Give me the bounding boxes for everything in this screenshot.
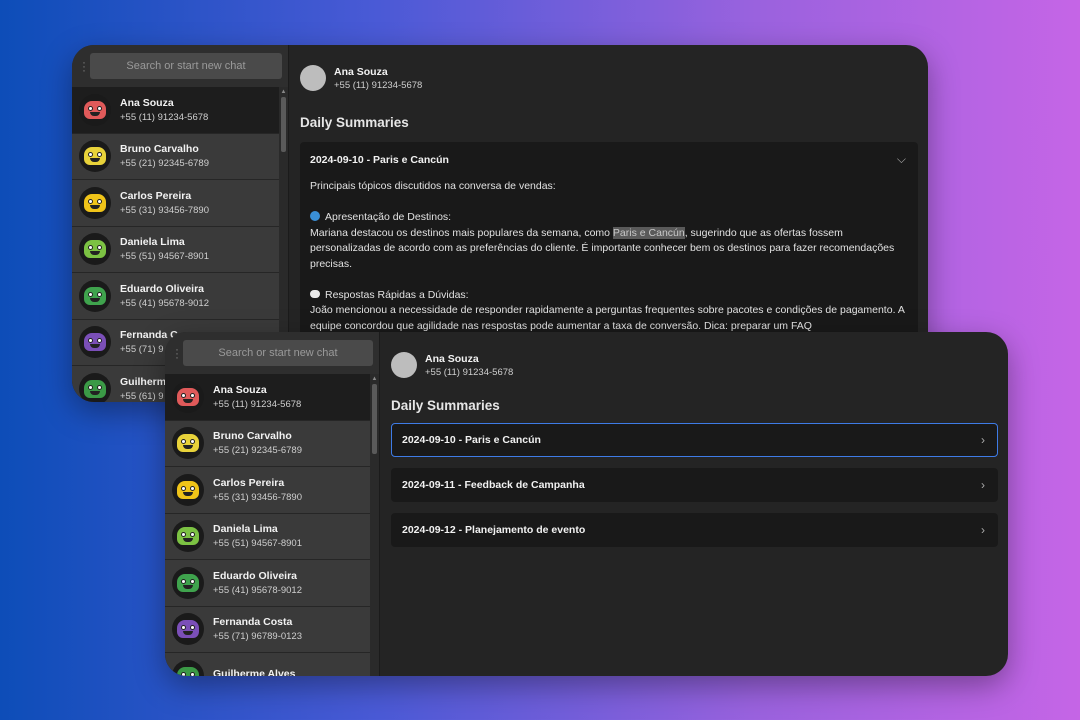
robot-avatar-icon xyxy=(172,613,204,646)
robot-avatar-icon xyxy=(79,93,111,126)
contact-name: Ana Souza xyxy=(120,96,174,109)
section-title: Daily Summaries xyxy=(391,398,500,413)
menu-dots-icon[interactable]: · · · xyxy=(78,56,90,76)
contact-item[interactable]: Guilherme Alves xyxy=(165,653,370,676)
contact-phone: +55 (11) 91234-5678 xyxy=(120,111,209,123)
contact-phone: +55 (41) 95678-9012 xyxy=(213,584,303,596)
contact-item[interactable]: Bruno Carvalho +55 (21) 92345-6789 xyxy=(72,133,279,180)
search-input[interactable]: Search or start new chat xyxy=(183,340,373,366)
chat-main: Ana Souza +55 (11) 91234-5678 Daily Summ… xyxy=(380,332,1008,676)
chevron-right-icon[interactable]: › xyxy=(981,523,985,537)
contact-phone: +55 (21) 92345-6789 xyxy=(213,445,303,457)
summary-list-window: · · · Search or start new chat Ana Souza +5… xyxy=(165,332,1008,676)
summary-item[interactable]: 2024-09-11 - Feedback de Campanha › xyxy=(391,468,998,502)
contact-name: Carlos Pereira xyxy=(120,189,192,202)
contact-phone: +55 (71) 96789-0123 xyxy=(213,631,303,643)
contact-name: Bruno Carvalho xyxy=(213,430,292,443)
robot-avatar-icon xyxy=(79,279,111,312)
contact-phone: +55 (11) 91234-5678 xyxy=(425,366,514,378)
robot-avatar-icon xyxy=(172,380,204,413)
robot-avatar-icon xyxy=(172,473,204,506)
contact-phone: +55 (21) 92345-6789 xyxy=(120,158,210,170)
summary-body: Principais tópicos discutidos na convers… xyxy=(300,177,918,344)
contact-list-scrollbar[interactable]: ▲ xyxy=(370,374,379,676)
chevron-right-icon[interactable]: › xyxy=(981,478,985,492)
section2-title: Respostas Rápidas a Dúvidas: xyxy=(325,288,469,301)
contact-item[interactable]: Daniela Lima +55 (51) 94567-8901 xyxy=(72,226,279,273)
contact-name: Eduardo Oliveira xyxy=(120,282,205,295)
contact-name: Daniela Lima xyxy=(120,236,185,249)
robot-avatar-icon xyxy=(172,659,204,676)
contact-name: Ana Souza xyxy=(425,352,479,365)
avatar xyxy=(391,352,417,378)
contact-name: Daniela Lima xyxy=(213,523,278,536)
scroll-thumb[interactable] xyxy=(281,97,286,152)
globe-icon xyxy=(310,211,320,221)
section1-text: Mariana destacou os destinos mais popula… xyxy=(310,226,613,239)
contact-name: Ana Souza xyxy=(213,383,267,396)
summary-accordion-expanded: 2024-09-10 - Paris e Cancún ⌵ Principais… xyxy=(300,142,918,344)
chat-header: Ana Souza +55 (11) 91234-5678 xyxy=(391,350,998,380)
section1-title: Apresentação de Destinos: xyxy=(325,211,452,223)
contact-phone: +55 (31) 93456-7890 xyxy=(213,491,303,503)
robot-avatar-icon xyxy=(79,233,111,266)
contact-list: Ana Souza +55 (11) 91234-5678 Bruno Carval… xyxy=(165,374,379,676)
summary-title: 2024-09-12 - Planejamento de evento xyxy=(402,524,586,536)
contact-item[interactable]: Bruno Carvalho +55 (21) 92345-6789 xyxy=(165,420,370,467)
contact-item[interactable]: Eduardo Oliveira +55 (41) 95678-9012 xyxy=(165,560,370,607)
speech-bubble-icon xyxy=(310,289,320,298)
robot-avatar-icon xyxy=(172,520,204,553)
contact-name: Guilherme Alves xyxy=(213,668,296,676)
chat-header: Ana Souza +55 (11) 91234-5678 xyxy=(300,63,918,93)
search-input[interactable]: Search or start new chat xyxy=(90,53,282,79)
chat-sidebar: · · · Search or start new chat Ana Souza +5… xyxy=(165,332,380,676)
summary-item[interactable]: 2024-09-12 - Planejamento de evento › xyxy=(391,513,998,547)
contact-name: Eduardo Oliveira xyxy=(213,569,298,582)
scroll-up-icon[interactable]: ▲ xyxy=(371,376,378,382)
robot-avatar-icon xyxy=(79,140,111,173)
summary-intro: Principais tópicos discutidos na convers… xyxy=(310,180,556,192)
contact-item[interactable]: Carlos Pereira +55 (31) 93456-7890 xyxy=(72,180,279,227)
highlight-text: Paris e Cancún xyxy=(612,226,685,239)
scroll-up-icon[interactable]: ▲ xyxy=(280,89,287,95)
section2-text: João mencionou a necessidade de responde… xyxy=(310,304,905,332)
contact-item[interactable]: Eduardo Oliveira +55 (41) 95678-9012 xyxy=(72,273,279,320)
summary-item[interactable]: 2024-09-10 - Paris e Cancún › xyxy=(391,423,998,457)
chevron-right-icon[interactable]: › xyxy=(981,433,985,447)
chevron-down-icon[interactable]: ⌵ xyxy=(897,152,906,167)
robot-avatar-icon xyxy=(172,427,204,460)
menu-dots-icon[interactable]: · · · xyxy=(171,343,183,363)
summary-accordion-header[interactable]: 2024-09-10 - Paris e Cancún ⌵ xyxy=(300,142,918,177)
contact-phone: +55 (51) 94567-8901 xyxy=(120,251,210,263)
contact-phone: +55 (31) 93456-7890 xyxy=(120,204,210,216)
summary-title: 2024-09-10 - Paris e Cancún xyxy=(310,153,449,166)
robot-avatar-icon xyxy=(172,566,204,599)
summary-list: 2024-09-10 - Paris e Cancún › 2024-09-11… xyxy=(391,423,998,547)
contact-phone: +55 (51) 94567-8901 xyxy=(213,538,303,550)
robot-avatar-icon xyxy=(79,372,111,402)
contact-item[interactable]: Carlos Pereira +55 (31) 93456-7890 xyxy=(165,467,370,514)
contact-item[interactable]: Ana Souza +55 (11) 91234-5678 xyxy=(72,87,279,134)
summary-title: 2024-09-11 - Feedback de Campanha xyxy=(402,479,585,491)
scroll-thumb[interactable] xyxy=(372,384,377,454)
contact-item[interactable]: Daniela Lima +55 (51) 94567-8901 xyxy=(165,513,370,560)
contact-phone: +55 (11) 91234-5678 xyxy=(213,398,302,410)
contact-name: Ana Souza xyxy=(334,65,388,78)
summary-title: 2024-09-10 - Paris e Cancún xyxy=(402,434,541,446)
contact-item[interactable]: Ana Souza +55 (11) 91234-5678 xyxy=(165,374,370,421)
robot-avatar-icon xyxy=(79,326,111,359)
contact-item[interactable]: Fernanda Costa +55 (71) 96789-0123 xyxy=(165,606,370,653)
contact-phone: +55 (41) 95678-9012 xyxy=(120,297,210,309)
robot-avatar-icon xyxy=(79,186,111,219)
contact-name: Carlos Pereira xyxy=(213,476,285,489)
contact-name: Fernanda Costa xyxy=(213,616,293,629)
contact-name: Bruno Carvalho xyxy=(120,143,199,156)
section-title: Daily Summaries xyxy=(300,115,409,130)
avatar xyxy=(300,65,326,91)
contact-phone: +55 (11) 91234-5678 xyxy=(334,79,423,91)
